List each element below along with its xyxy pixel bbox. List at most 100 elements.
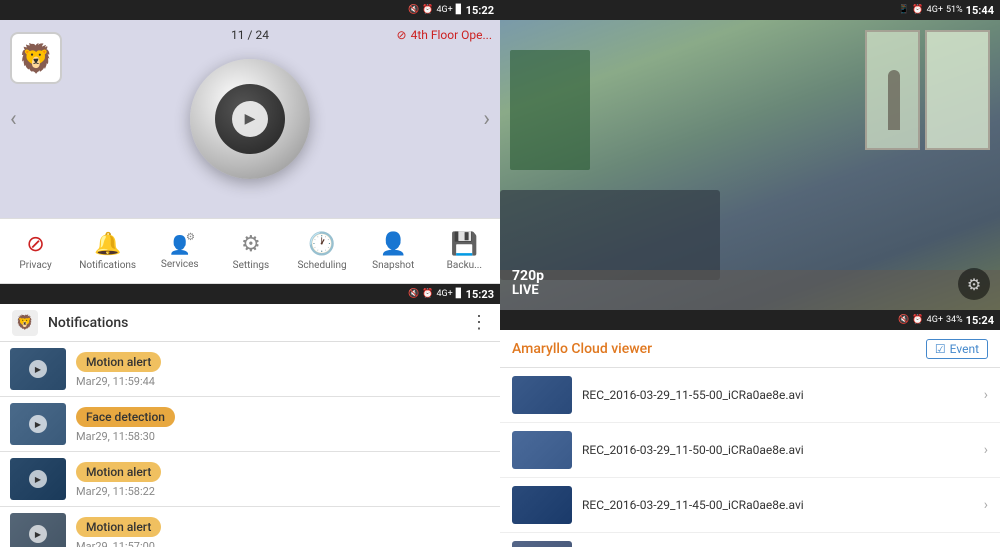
- toolbar-item-services[interactable]: 👤⚙ Services: [152, 232, 207, 270]
- notification-thumb: ▶: [10, 458, 66, 500]
- notification-content: Motion alert Mar29, 11:58:22: [76, 461, 490, 498]
- notification-time: Mar29, 11:58:22: [76, 485, 490, 498]
- battery-icon-right-mid: 34%: [946, 315, 963, 325]
- main-container: 🔇 ⏰ 4G+ ▊ 15:22 🦁 11 / 24 ⊘ 4th Floor Op…: [0, 0, 1000, 547]
- recording-thumb: [512, 486, 572, 524]
- notification-content: Motion alert Mar29, 11:57:00: [76, 516, 490, 547]
- snapshot-label: Snapshot: [372, 260, 414, 271]
- mute-icon-r: 🔇: [898, 315, 909, 325]
- backup-label: Backu...: [447, 260, 482, 271]
- live-feed: 720p LIVE ⚙: [500, 20, 1000, 310]
- services-icon: 👤⚙: [169, 232, 191, 256]
- alert-badge: Face detection: [76, 407, 175, 427]
- event-label: Event: [950, 342, 979, 356]
- notifications-panel: 🦁 Notifications ⋮ ▶ Motion alert Mar29, …: [0, 304, 500, 547]
- toolbar-item-scheduling[interactable]: 🕐 Scheduling: [295, 232, 350, 271]
- chevron-right-icon: ›: [984, 497, 988, 513]
- toolbar-item-snapshot[interactable]: 👤 Snapshot: [366, 232, 421, 271]
- thumb-play-icon: ▶: [29, 470, 47, 488]
- signal-icon: 4G+: [436, 5, 452, 15]
- event-filter-button[interactable]: ☑ Event: [926, 339, 988, 359]
- camera-device[interactable]: ▶: [190, 59, 310, 179]
- time-right-top: 15:44: [966, 4, 994, 17]
- phone-icon: 📱: [898, 5, 909, 15]
- recording-list: REC_2016-03-29_11-55-00_iCRa0ae8e.avi › …: [500, 368, 1000, 547]
- toolbar-item-backup[interactable]: 💾 Backu...: [437, 232, 492, 271]
- list-item[interactable]: REC_2016-03-29_11-40-00_iCRa0ae8e.avi ›: [500, 533, 1000, 547]
- services-label: Services: [161, 259, 199, 270]
- battery-icon-left-top: ▊: [456, 5, 463, 15]
- play-button[interactable]: ▶: [232, 101, 268, 137]
- alert-badge: Motion alert: [76, 352, 161, 372]
- list-item[interactable]: ▶ Motion alert Mar29, 11:59:44: [0, 342, 500, 397]
- list-item[interactable]: ▶ Face detection Mar29, 11:58:30: [0, 397, 500, 452]
- right-panel: 📱 ⏰ 4G+ 51% 15:44: [500, 0, 1000, 547]
- time-left-top: 15:22: [466, 4, 494, 17]
- app-logo: 🦁: [10, 32, 62, 84]
- notification-time: Mar29, 11:57:00: [76, 540, 490, 547]
- chevron-right-icon: ›: [984, 442, 988, 458]
- privacy-icon: ⊘: [26, 232, 44, 257]
- live-status-label: LIVE: [512, 283, 544, 298]
- signal-icon-2: 4G+: [436, 289, 452, 299]
- settings-gear-button[interactable]: ⚙: [958, 268, 990, 300]
- notifications-header: 🦁 Notifications ⋮: [0, 304, 500, 342]
- alert-badge: Motion alert: [76, 517, 161, 537]
- notification-content: Motion alert Mar29, 11:59:44: [76, 351, 490, 388]
- privacy-label: Privacy: [19, 260, 51, 271]
- left-panel: 🔇 ⏰ 4G+ ▊ 15:22 🦁 11 / 24 ⊘ 4th Floor Op…: [0, 0, 500, 547]
- settings-icon: ⚙: [241, 232, 261, 257]
- time-left-mid: 15:23: [466, 288, 494, 301]
- recording-filename: REC_2016-03-29_11-55-00_iCRa0ae8e.avi: [582, 388, 974, 402]
- notification-thumb: ▶: [10, 403, 66, 445]
- camera-counter: 11 / 24: [231, 28, 269, 42]
- camera-lens: ▶: [215, 84, 285, 154]
- notifications-title: Notifications: [48, 315, 460, 331]
- battery-icon-left-mid: ▊: [456, 289, 463, 299]
- notification-time: Mar29, 11:59:44: [76, 375, 490, 388]
- notification-list: ▶ Motion alert Mar29, 11:59:44 ▶ Face de…: [0, 342, 500, 547]
- scheduling-label: Scheduling: [297, 260, 346, 271]
- notifications-logo: 🦁: [12, 310, 38, 336]
- toolbar-item-settings[interactable]: ⚙ Settings: [223, 232, 278, 271]
- time-right-mid: 15:24: [966, 314, 994, 327]
- cloud-title: Amaryllo Cloud viewer: [512, 341, 918, 357]
- cloud-header: Amaryllo Cloud viewer ☑ Event: [500, 330, 1000, 368]
- alert-badge: Motion alert: [76, 462, 161, 482]
- list-item[interactable]: REC_2016-03-29_11-55-00_iCRa0ae8e.avi ›: [500, 368, 1000, 423]
- cloud-viewer: Amaryllo Cloud viewer ☑ Event REC_2016-0…: [500, 330, 1000, 547]
- recording-thumb: [512, 431, 572, 469]
- snapshot-icon: 👤: [380, 232, 407, 257]
- alarm-icon-2: ⏰: [422, 289, 433, 299]
- status-bar-left-top: 🔇 ⏰ 4G+ ▊ 15:22: [0, 0, 500, 20]
- signal-icon-r2: 4G+: [927, 315, 943, 325]
- list-item[interactable]: REC_2016-03-29_11-45-00_iCRa0ae8e.avi ›: [500, 478, 1000, 533]
- list-item[interactable]: ▶ Motion alert Mar29, 11:58:22: [0, 452, 500, 507]
- alarm-icon-r: ⏰: [912, 315, 923, 325]
- clock-icon-r: ⏰: [912, 5, 923, 15]
- nav-prev-button[interactable]: ‹: [0, 97, 27, 142]
- chevron-right-icon: ›: [984, 387, 988, 403]
- notifications-menu-button[interactable]: ⋮: [470, 312, 488, 333]
- toolbar-item-privacy[interactable]: ⊘ Privacy: [8, 232, 63, 271]
- camera-view: 🦁 11 / 24 ⊘ 4th Floor Ope... ▶ ‹ ›: [0, 20, 500, 218]
- stop-icon: ⊘: [397, 28, 407, 42]
- camera-title: ⊘ 4th Floor Ope...: [397, 28, 492, 42]
- recording-thumb: [512, 541, 572, 547]
- status-bar-right-mid: 🔇 ⏰ 4G+ 34% 15:24: [500, 310, 1000, 330]
- mute-icon: 🔇: [408, 5, 419, 15]
- notifications-label: Notifications: [79, 260, 136, 271]
- toolbar-item-notifications[interactable]: 🔔 Notifications: [79, 232, 136, 271]
- nav-next-button[interactable]: ›: [473, 97, 500, 142]
- room-scene: [500, 20, 1000, 310]
- list-item[interactable]: REC_2016-03-29_11-50-00_iCRa0ae8e.avi ›: [500, 423, 1000, 478]
- thumb-play-icon: ▶: [29, 360, 47, 378]
- thumb-play-icon: ▶: [29, 415, 47, 433]
- notification-content: Face detection Mar29, 11:58:30: [76, 406, 490, 443]
- status-bar-right-top: 📱 ⏰ 4G+ 51% 15:44: [500, 0, 1000, 20]
- list-item[interactable]: ▶ Motion alert Mar29, 11:57:00: [0, 507, 500, 547]
- battery-icon-right: 51%: [946, 5, 963, 15]
- alarm-icon: ⏰: [422, 5, 433, 15]
- resolution-label: 720p: [512, 269, 544, 283]
- notification-time: Mar29, 11:58:30: [76, 430, 490, 443]
